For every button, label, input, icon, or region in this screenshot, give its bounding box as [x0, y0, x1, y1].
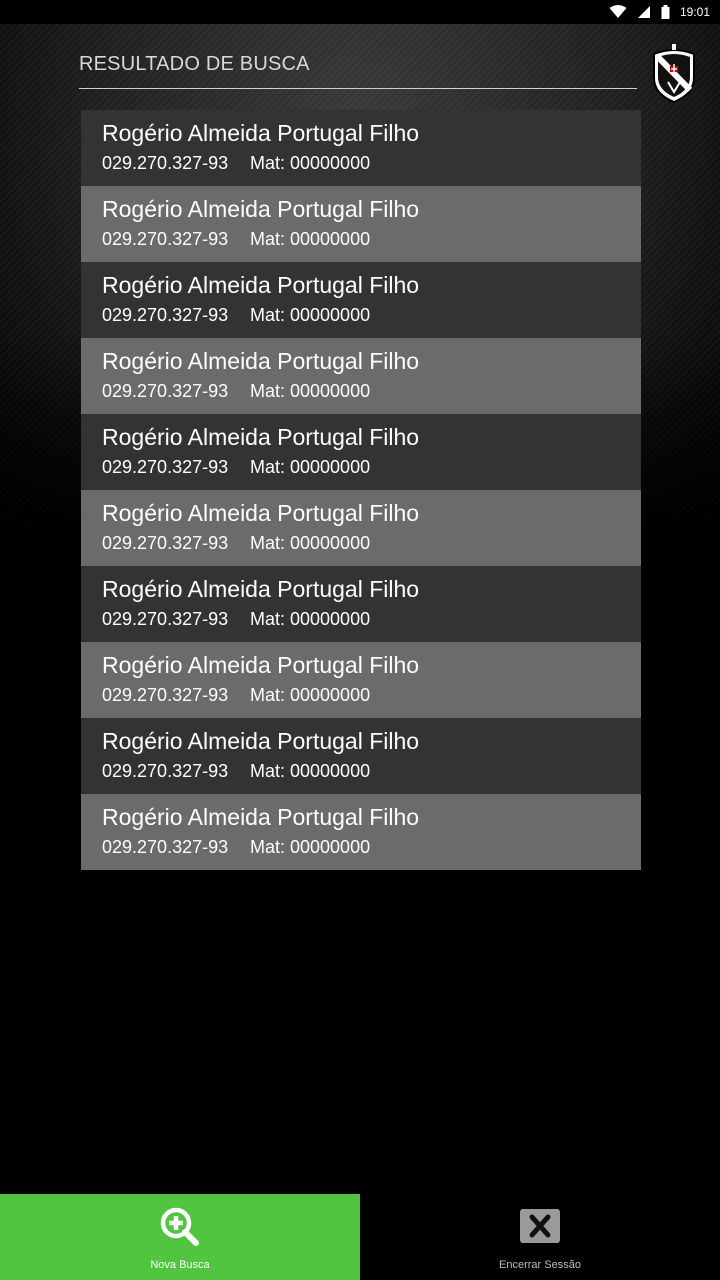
bottom-nav: Nova Busca Encerrar Sessão — [0, 1194, 720, 1280]
member-registration: Mat: 00000000 — [250, 761, 371, 781]
list-item[interactable]: Rogério Almeida Portugal Filho 029.270.32… — [81, 794, 641, 870]
list-item[interactable]: Rogério Almeida Portugal Filho 029.270.32… — [81, 566, 641, 642]
header: RESULTADO DE BUSCA — [79, 52, 637, 89]
page-title: RESULTADO DE BUSCA — [79, 53, 310, 75]
member-cpf: 029.270.327-93 — [102, 305, 229, 325]
list-item[interactable]: Rogério Almeida Portugal Filho 029.270.32… — [81, 338, 641, 414]
club-crest-icon — [650, 44, 698, 104]
list-item[interactable]: Rogério Almeida Portugal Filho 029.270.32… — [81, 642, 641, 718]
member-registration: Mat: 00000000 — [250, 229, 371, 249]
member-registration: Mat: 00000000 — [250, 837, 371, 857]
member-registration: Mat: 00000000 — [250, 609, 371, 629]
end-session-label: Encerrar Sessão — [499, 1259, 581, 1271]
end-session-button[interactable]: Encerrar Sessão — [360, 1194, 720, 1280]
member-registration: Mat: 00000000 — [250, 381, 371, 401]
new-search-label: Nova Busca — [150, 1259, 210, 1271]
member-registration: Mat: 00000000 — [250, 153, 371, 173]
member-cpf: 029.270.327-93 — [102, 609, 229, 629]
member-details: 029.270.327-93 Mat: 00000000 — [102, 152, 641, 174]
member-details: 029.270.327-93 Mat: 00000000 — [102, 760, 641, 782]
member-name: Rogério Almeida Portugal Filho — [102, 728, 420, 754]
member-name: Rogério Almeida Portugal Filho — [102, 652, 420, 678]
member-details: 029.270.327-93 Mat: 00000000 — [102, 380, 641, 402]
member-registration: Mat: 00000000 — [250, 685, 371, 705]
member-registration: Mat: 00000000 — [250, 305, 371, 325]
wifi-icon — [609, 5, 627, 19]
member-cpf: 029.270.327-93 — [102, 533, 229, 553]
list-item[interactable]: Rogério Almeida Portugal Filho 029.270.32… — [81, 186, 641, 262]
member-registration: Mat: 00000000 — [250, 533, 371, 553]
member-name: Rogério Almeida Portugal Filho — [102, 348, 420, 374]
member-cpf: 029.270.327-93 — [102, 685, 229, 705]
member-name: Rogério Almeida Portugal Filho — [102, 272, 420, 298]
member-cpf: 029.270.327-93 — [102, 229, 229, 249]
list-item[interactable]: Rogério Almeida Portugal Filho 029.270.32… — [81, 414, 641, 490]
member-registration: Mat: 00000000 — [250, 457, 371, 477]
list-item[interactable]: Rogério Almeida Portugal Filho 029.270.32… — [81, 110, 641, 186]
member-cpf: 029.270.327-93 — [102, 153, 229, 173]
signal-icon — [637, 5, 651, 19]
member-details: 029.270.327-93 Mat: 00000000 — [102, 532, 641, 554]
member-cpf: 029.270.327-93 — [102, 761, 229, 781]
member-details: 029.270.327-93 Mat: 00000000 — [102, 836, 641, 858]
new-search-button[interactable]: Nova Busca — [0, 1194, 360, 1280]
battery-icon — [661, 5, 670, 19]
member-details: 029.270.327-93 Mat: 00000000 — [102, 608, 641, 630]
member-details: 029.270.327-93 Mat: 00000000 — [102, 456, 641, 478]
zoom-in-icon — [159, 1207, 201, 1247]
list-item[interactable]: Rogério Almeida Portugal Filho 029.270.32… — [81, 262, 641, 338]
close-icon — [520, 1207, 560, 1247]
member-name: Rogério Almeida Portugal Filho — [102, 424, 420, 450]
list-item[interactable]: Rogério Almeida Portugal Filho 029.270.32… — [81, 490, 641, 566]
results-list: Rogério Almeida Portugal Filho 029.270.32… — [81, 110, 641, 870]
status-bar: 19:01 — [0, 0, 720, 24]
member-cpf: 029.270.327-93 — [102, 381, 229, 401]
member-name: Rogério Almeida Portugal Filho — [102, 120, 420, 146]
member-details: 029.270.327-93 Mat: 00000000 — [102, 228, 641, 250]
member-cpf: 029.270.327-93 — [102, 457, 229, 477]
member-details: 029.270.327-93 Mat: 00000000 — [102, 684, 641, 706]
member-name: Rogério Almeida Portugal Filho — [102, 804, 420, 830]
member-name: Rogério Almeida Portugal Filho — [102, 576, 420, 602]
list-item[interactable]: Rogério Almeida Portugal Filho 029.270.32… — [81, 718, 641, 794]
member-details: 029.270.327-93 Mat: 00000000 — [102, 304, 641, 326]
status-time: 19:01 — [679, 5, 710, 19]
member-name: Rogério Almeida Portugal Filho — [102, 500, 420, 526]
member-name: Rogério Almeida Portugal Filho — [102, 196, 420, 222]
member-cpf: 029.270.327-93 — [102, 837, 229, 857]
